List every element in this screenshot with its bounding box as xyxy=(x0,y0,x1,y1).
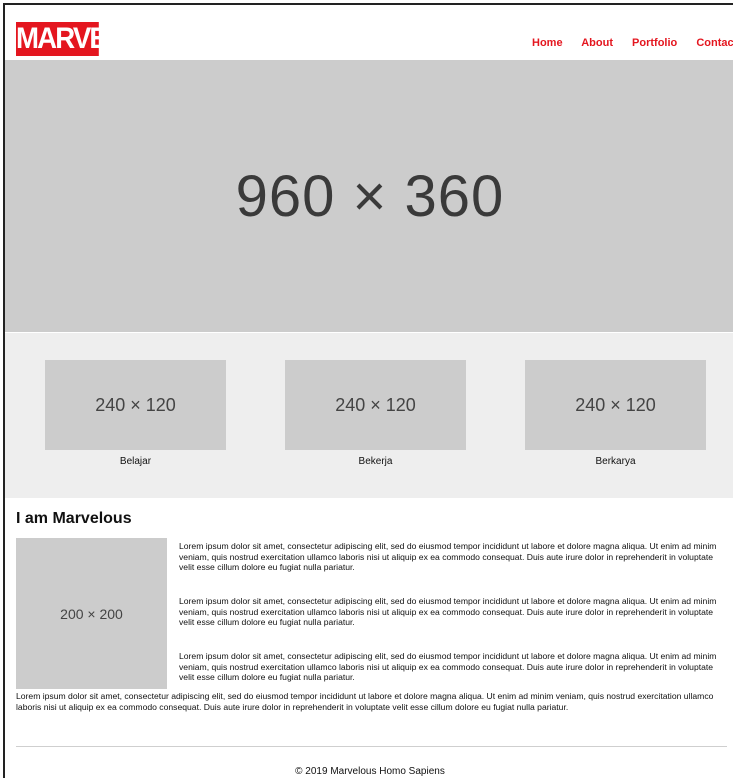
about-paragraph: Lorem ipsum dolor sit amet, consectetur … xyxy=(179,596,717,627)
main-nav: Home About Portfolio Contact xyxy=(532,37,733,49)
feature-image-placeholder: 240 × 120 xyxy=(45,360,226,450)
features-section: 240 × 120 Belajar 240 × 120 Bekerja 240 … xyxy=(5,333,733,498)
site-footer: © 2019 Marvelous Homo Sapiens xyxy=(295,766,445,777)
marvel-logo[interactable]: MARVEL xyxy=(16,22,123,56)
nav-about-link[interactable]: About xyxy=(581,37,613,49)
hero-placeholder-label: 960 × 360 xyxy=(235,163,505,229)
feature-card-berkarya: 240 × 120 Berkarya xyxy=(525,360,706,467)
feature-card-belajar: 240 × 120 Belajar xyxy=(45,360,226,467)
about-paragraph: Lorem ipsum dolor sit amet, consectetur … xyxy=(179,541,717,572)
page-frame: MARVEL Home About Portfolio Contact 960 … xyxy=(3,3,733,778)
about-paragraph: Lorem ipsum dolor sit amet, consectetur … xyxy=(16,691,714,712)
feature-image-placeholder: 240 × 120 xyxy=(525,360,706,450)
site-header: MARVEL Home About Portfolio Contact xyxy=(5,5,733,59)
nav-home-link[interactable]: Home xyxy=(532,37,563,49)
feature-caption: Belajar xyxy=(119,456,152,467)
about-title: I am Marvelous xyxy=(16,510,132,527)
feature-caption: Berkarya xyxy=(595,456,636,467)
feature-caption: Bekerja xyxy=(358,456,393,467)
feature-card-bekerja: 240 × 120 Bekerja xyxy=(285,360,466,467)
about-image-placeholder: 200 × 200 xyxy=(16,538,167,689)
about-paragraph: Lorem ipsum dolor sit amet, consectetur … xyxy=(179,651,717,682)
feature-image-placeholder: 240 × 120 xyxy=(285,360,466,450)
footer-divider xyxy=(16,746,727,747)
nav-portfolio-link[interactable]: Portfolio xyxy=(632,37,677,49)
nav-contact-link[interactable]: Contact xyxy=(696,37,733,49)
hero-image-placeholder: 960 × 360 xyxy=(5,60,733,332)
